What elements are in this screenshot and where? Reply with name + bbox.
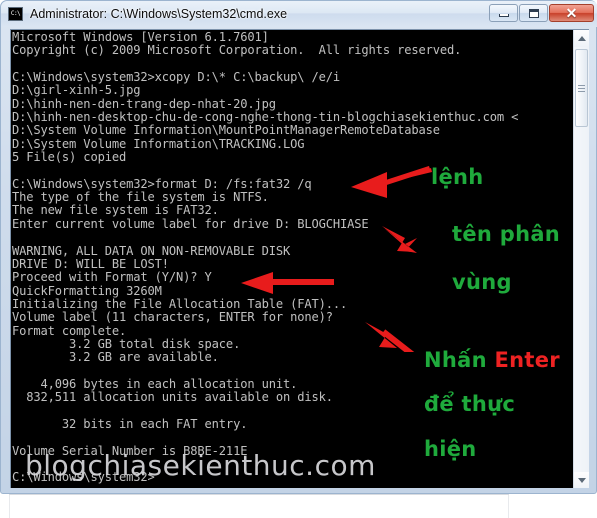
arrow-to-command: [351, 166, 432, 198]
annotation-enter-keyword: Enter: [494, 348, 560, 372]
close-icon: ✕: [565, 5, 578, 21]
close-button[interactable]: ✕: [549, 4, 594, 22]
annotation-nhan-enter: Nhấn Enter: [424, 348, 560, 372]
triangle-down-icon: [577, 478, 586, 483]
console-output: Microsoft Windows [Version 6.1.7601] Cop…: [12, 30, 519, 485]
annotation-nhan-text: Nhấn: [424, 348, 495, 372]
window-controls: ✕: [489, 4, 594, 22]
annotation-lenh: lệnh: [431, 165, 484, 189]
scrollbar-thumb[interactable]: [575, 49, 588, 127]
cmd-app-icon: C:\: [8, 7, 23, 21]
maximize-icon: [528, 8, 539, 18]
site-watermark: blogchiasekienthuc.com: [25, 449, 376, 482]
arrow-to-volume-label: [382, 226, 417, 253]
annotation-vung: vùng: [452, 270, 512, 294]
triangle-up-icon: [577, 36, 586, 41]
annotation-hien: hiện: [424, 437, 477, 461]
page-top-rule: [9, 494, 509, 495]
arrow-to-volume-label-prompt: [365, 322, 417, 352]
minimize-button[interactable]: [489, 4, 518, 22]
console-client-area[interactable]: Microsoft Windows [Version 6.1.7601] Cop…: [10, 29, 589, 488]
cmd-window: C:\ Administrator: C:\Windows\System32\c…: [0, 0, 597, 494]
console-scrollbar[interactable]: [573, 30, 589, 488]
page-background: [0, 494, 597, 518]
scrollbar-down-button[interactable]: [574, 472, 589, 488]
window-title: Administrator: C:\Windows\System32\cmd.e…: [30, 7, 288, 21]
title-bar[interactable]: C:\ Administrator: C:\Windows\System32\c…: [1, 1, 597, 27]
scrollbar-up-button[interactable]: [574, 30, 589, 47]
arrow-to-proceed-prompt: [241, 272, 334, 294]
minimize-icon: [498, 14, 509, 17]
page-edge-right: [508, 494, 509, 518]
annotation-de-thuc: để thực: [424, 392, 516, 416]
maximize-button[interactable]: [519, 4, 548, 22]
page-edge-left: [9, 494, 10, 518]
annotation-ten-phan: tên phân: [452, 222, 561, 246]
scrollbar-grip-icon: [578, 84, 585, 92]
